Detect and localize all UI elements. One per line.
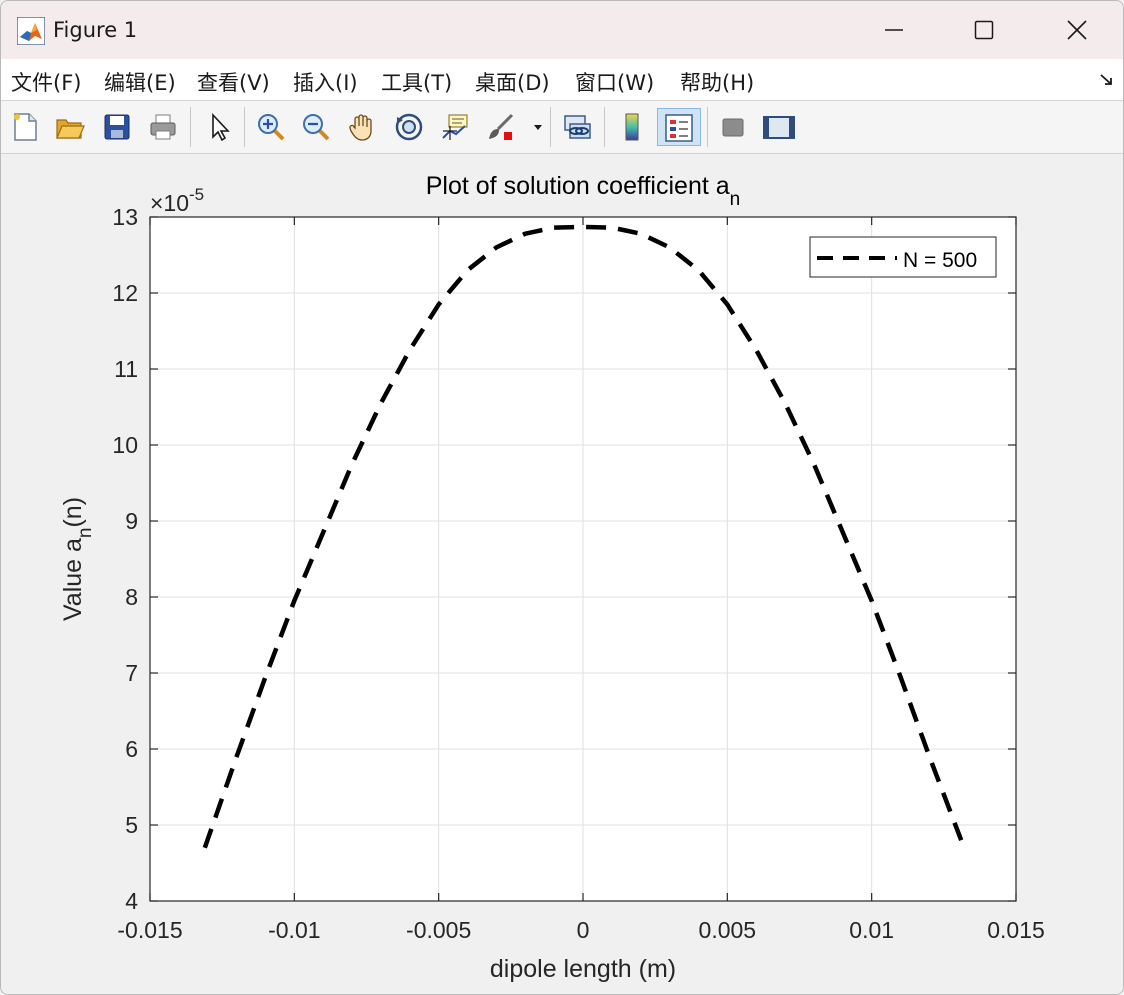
toolbar-separator: [604, 107, 605, 147]
rotate-3d-button[interactable]: [391, 108, 427, 146]
y-tick-label: 7: [125, 660, 138, 686]
hide-plot-tools-button[interactable]: [715, 108, 751, 146]
y-tick-label: 6: [125, 736, 138, 762]
y-tick-label: 8: [125, 584, 138, 610]
y-tick-label: 9: [125, 508, 138, 534]
menu-insert[interactable]: 插入(I): [293, 67, 358, 97]
y-tick-label: 10: [112, 432, 138, 458]
save-button[interactable]: [99, 108, 135, 146]
minimize-icon: [885, 29, 903, 31]
minimize-button[interactable]: [848, 1, 940, 59]
line-chart[interactable]: -0.015 -0.01 -0.005 0 0.005 0.01 0.015 4 5 6 7 8 9 1…: [1, 154, 1123, 994]
show-plot-tools-icon: [763, 116, 795, 139]
menu-file[interactable]: 文件(F): [11, 67, 81, 97]
y-axis-label: Value an(n): [59, 497, 96, 621]
x-tick-label: -0.01: [268, 917, 320, 943]
save-icon: [104, 114, 130, 140]
rotate-3d-icon: [395, 113, 423, 141]
show-plot-tools-button[interactable]: [759, 108, 795, 146]
colorbar-icon: [625, 113, 639, 141]
menu-bar: 文件(F) 编辑(E) 查看(V) 插入(I) 工具(T) 桌面(D) 窗口(W…: [1, 59, 1123, 101]
y-axis-label-subscript: n: [75, 528, 96, 539]
y-tick-label: 5: [125, 812, 138, 838]
x-tick-label: 0.015: [987, 917, 1045, 943]
maximize-button[interactable]: [938, 1, 1030, 59]
menu-tools[interactable]: 工具(T): [381, 67, 452, 97]
new-figure-button[interactable]: [7, 108, 43, 146]
chart-title-subscript: n: [730, 189, 741, 210]
toolbar-separator: [707, 107, 708, 147]
x-tick-label: 0.005: [699, 917, 757, 943]
y-tick-labels: 4 5 6 7 8 9 10 11 12 13: [112, 204, 138, 914]
legend[interactable]: N = 500: [809, 236, 997, 278]
brush-button[interactable]: [483, 108, 519, 146]
zoom-in-button[interactable]: [253, 108, 289, 146]
exponent-label: ×10-5: [150, 185, 204, 216]
y-tick-label: 4: [125, 888, 138, 914]
colorbar-button[interactable]: [614, 108, 650, 146]
new-figure-icon: [14, 113, 37, 141]
figure-canvas[interactable]: -0.015 -0.01 -0.005 0 0.005 0.01 0.015 4 5 6 7 8 9 1…: [1, 154, 1123, 994]
close-icon: [1067, 20, 1087, 40]
open-file-icon: [56, 119, 85, 139]
pan-hand-icon: [349, 114, 372, 141]
print-icon: [150, 114, 176, 140]
toolbar-separator: [550, 107, 551, 147]
pointer-icon: [212, 112, 230, 142]
menu-desktop[interactable]: 桌面(D): [475, 67, 550, 97]
x-tick-label: -0.015: [117, 917, 182, 943]
figure-window: Figure 1 文件(F) 编辑(E) 查看(V) 插入(I) 工具(T) 桌…: [0, 0, 1124, 995]
print-button[interactable]: [145, 108, 181, 146]
close-button[interactable]: [1031, 1, 1123, 59]
brush-dropdown-button[interactable]: [529, 108, 545, 146]
chevron-down-icon: [534, 125, 542, 130]
legend-entry-label: N = 500: [903, 249, 977, 272]
x-axis-label: dipole length (m): [490, 955, 676, 983]
legend-button[interactable]: [657, 108, 701, 146]
zoom-out-icon: [303, 114, 330, 141]
link-plot-icon: [564, 115, 591, 139]
legend-icon: [665, 114, 693, 142]
pointer-button[interactable]: [201, 108, 237, 146]
menu-window[interactable]: 窗口(W): [575, 67, 654, 97]
y-tick-label: 13: [112, 204, 138, 230]
link-plot-button[interactable]: [559, 108, 595, 146]
figure-toolbar: [1, 101, 1123, 154]
y-axis-label-suffix: (n): [59, 497, 87, 528]
hide-plot-tools-icon: [722, 118, 744, 137]
x-tick-label: 0.01: [849, 917, 894, 943]
x-tick-label: 0: [577, 917, 590, 943]
dock-arrow-icon[interactable]: [1099, 71, 1115, 87]
menu-help[interactable]: 帮助(H): [680, 67, 754, 97]
data-cursor-button[interactable]: [437, 108, 473, 146]
pan-button[interactable]: [344, 108, 380, 146]
matlab-logo-icon: [17, 17, 45, 45]
chart-title-text: Plot of solution coefficient a: [426, 172, 730, 200]
exponent-power: -5: [189, 185, 204, 204]
exponent-base: ×10: [150, 190, 189, 216]
title-bar[interactable]: Figure 1: [1, 1, 1123, 59]
menu-edit[interactable]: 编辑(E): [104, 67, 176, 97]
toolbar-separator: [244, 107, 245, 147]
window-title: Figure 1: [53, 18, 138, 42]
maximize-icon: [974, 20, 994, 40]
open-file-button[interactable]: [52, 108, 88, 146]
x-tick-labels: -0.015 -0.01 -0.005 0 0.005 0.01 0.015: [117, 917, 1044, 943]
menu-view[interactable]: 查看(V): [197, 67, 270, 97]
y-tick-label: 12: [112, 280, 138, 306]
zoom-out-button[interactable]: [298, 108, 334, 146]
zoom-in-icon: [258, 114, 285, 141]
data-cursor-icon: [442, 114, 468, 140]
toolbar-separator: [190, 107, 191, 147]
y-axis-label-text: Value a: [59, 538, 87, 621]
x-tick-label: -0.005: [406, 917, 471, 943]
brush-icon: [489, 113, 514, 140]
chart-title: Plot of solution coefficient an: [426, 172, 740, 210]
y-tick-label: 11: [114, 356, 138, 382]
